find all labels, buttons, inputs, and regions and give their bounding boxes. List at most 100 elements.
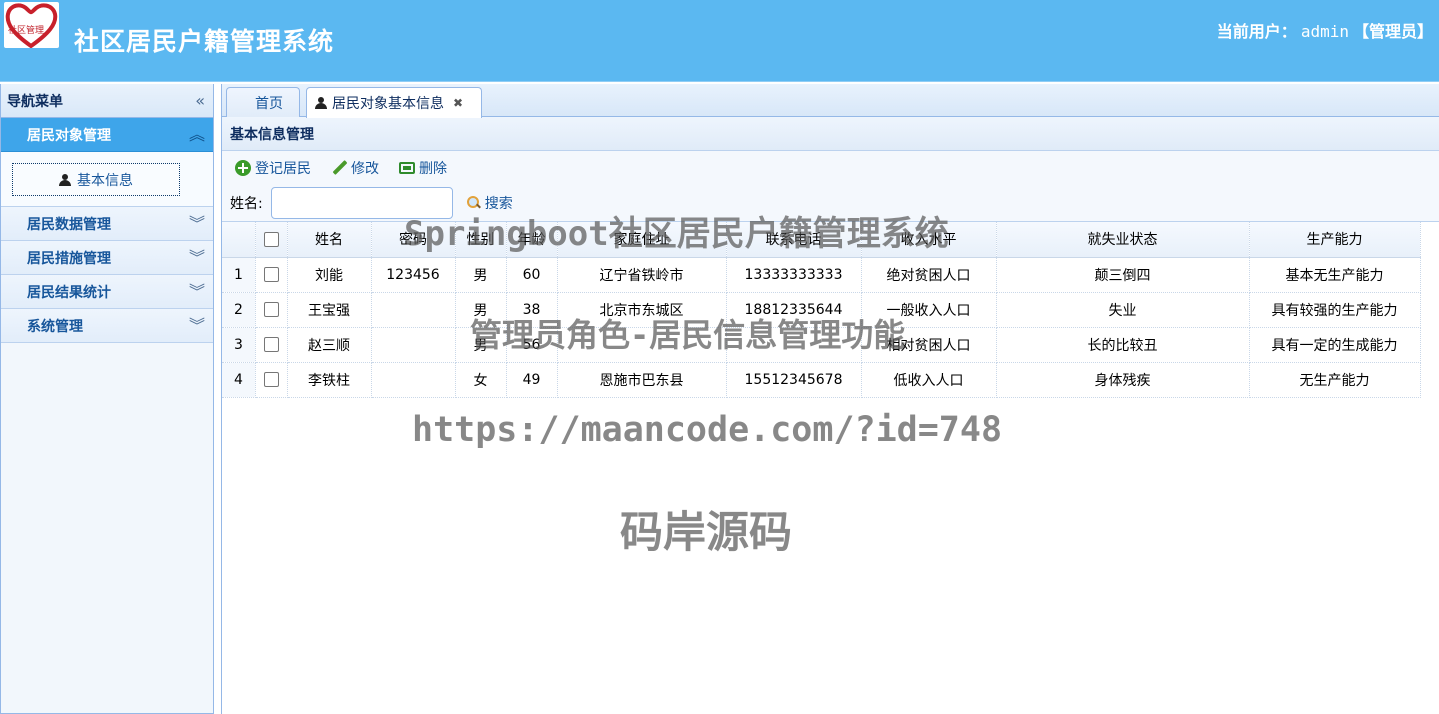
row-checkbox[interactable]	[263, 372, 279, 387]
menu-resident-data[interactable]: 居民数据管理 ︾	[1, 207, 213, 241]
cell-password	[371, 292, 456, 328]
cell-phone: 13333333333	[726, 257, 862, 293]
cell-gender: 男	[455, 327, 507, 363]
sidebar-item-basic-info[interactable]: 基本信息	[12, 163, 180, 196]
row-number: 3	[222, 327, 256, 363]
cell-phone: 18812335644	[726, 292, 862, 328]
cell-employment: 长的比较丑	[996, 327, 1250, 363]
column-header[interactable]: 密码	[371, 222, 456, 258]
toolbar: 登记居民 修改 删除	[222, 151, 1439, 185]
chevron-down-icon: ︾	[188, 213, 205, 233]
name-search-input[interactable]	[270, 187, 453, 219]
cell-income: 相对贫困人口	[861, 327, 997, 363]
close-icon[interactable]: ✖	[453, 96, 463, 110]
row-checkbox-cell[interactable]	[255, 327, 288, 363]
row-checkbox[interactable]	[263, 337, 279, 352]
cell-age: 56	[506, 327, 558, 363]
cell-gender: 女	[455, 362, 507, 398]
logo-text: 社区管理	[8, 26, 45, 36]
menu-label: 居民结果统计	[27, 284, 111, 301]
row-number: 2	[222, 292, 256, 328]
column-header[interactable]: 联系电话	[726, 222, 862, 258]
cell-capability: 无生产能力	[1249, 362, 1421, 398]
select-all-checkbox-cell[interactable]	[255, 222, 288, 258]
cell-name: 赵三顺	[287, 327, 372, 363]
column-header[interactable]: 年龄	[506, 222, 558, 258]
name-search-label: 姓名:	[230, 196, 263, 212]
cell-income: 绝对贫困人口	[861, 257, 997, 293]
menu-resident-object[interactable]: 居民对象管理 ︽	[1, 118, 213, 152]
column-header[interactable]: 家庭住址	[557, 222, 727, 258]
menu-resident-measures[interactable]: 居民措施管理 ︾	[1, 241, 213, 275]
menu-resident-object-body: 基本信息	[1, 152, 213, 207]
cell-name: 李铁柱	[287, 362, 372, 398]
delete-label: 删除	[419, 161, 447, 177]
person-icon	[315, 97, 327, 109]
search-bar: 姓名: 搜索	[222, 185, 1439, 222]
edit-button[interactable]: 修改	[331, 158, 379, 178]
app-header: 社区管理 社区居民户籍管理系统 当前用户： admin 【管理员】	[0, 0, 1439, 82]
cell-age: 38	[506, 292, 558, 328]
table-row[interactable]: 4 李铁柱 女 49 恩施市巴东县 15512345678 低收入人口 身体残疾…	[222, 362, 1421, 398]
add-resident-button[interactable]: 登记居民	[235, 158, 311, 178]
chevron-up-icon: ︽	[188, 124, 205, 144]
tab-label: 首页	[255, 95, 283, 112]
chevron-down-icon: ︾	[188, 247, 205, 267]
row-number: 4	[222, 362, 256, 398]
cell-income: 一般收入人口	[861, 292, 997, 328]
menu-label: 居民对象管理	[27, 127, 111, 144]
resident-table: 姓名 密码 性别 年龄 家庭住址 联系电话 收入水平 就失业状态 生产能力 1 …	[222, 222, 1421, 398]
main-content: 首页 居民对象基本信息 ✖ 基本信息管理 登记居民 修改 删除 姓名: 搜索 姓…	[221, 84, 1439, 714]
menu-resident-stats[interactable]: 居民结果统计 ︾	[1, 275, 213, 309]
cell-gender: 男	[455, 257, 507, 293]
delete-button[interactable]: 删除	[399, 158, 447, 178]
cell-capability: 基本无生产能力	[1249, 257, 1421, 293]
column-header[interactable]: 收入水平	[861, 222, 997, 258]
sidebar-header: 导航菜单 «	[1, 84, 213, 118]
pencil-icon	[331, 160, 347, 176]
cell-address: 恩施市巴东县	[557, 362, 727, 398]
tab-home[interactable]: 首页	[226, 87, 300, 117]
cell-age: 60	[506, 257, 558, 293]
table-row[interactable]: 3 赵三顺 男 56 相对贫困人口 长的比较丑 具有一定的生成能力	[222, 327, 1421, 363]
cell-capability: 具有一定的生成能力	[1249, 327, 1421, 363]
cell-password: 123456	[371, 257, 456, 293]
cell-income: 低收入人口	[861, 362, 997, 398]
app-logo: 社区管理	[4, 2, 59, 48]
menu-label: 居民数据管理	[27, 216, 111, 233]
user-role: 【管理员】	[1352, 22, 1433, 41]
cell-gender: 男	[455, 292, 507, 328]
tab-label: 居民对象基本信息	[332, 96, 444, 112]
chevron-down-icon: ︾	[188, 281, 205, 301]
sidebar-title: 导航菜单	[7, 93, 63, 110]
row-checkbox-cell[interactable]	[255, 292, 288, 328]
row-number: 1	[222, 257, 256, 293]
column-header[interactable]: 性别	[455, 222, 507, 258]
user-prefix-label: 当前用户：	[1216, 22, 1297, 41]
row-checkbox[interactable]	[263, 302, 279, 317]
chevron-down-icon: ︾	[188, 315, 205, 335]
menu-system[interactable]: 系统管理 ︾	[1, 309, 213, 343]
cell-capability: 具有较强的生产能力	[1249, 292, 1421, 328]
row-checkbox-cell[interactable]	[255, 362, 288, 398]
table-row[interactable]: 1 刘能 123456 男 60 辽宁省铁岭市 13333333333 绝对贫困…	[222, 257, 1421, 293]
column-header[interactable]: 生产能力	[1249, 222, 1421, 258]
row-checkbox[interactable]	[263, 267, 279, 282]
person-icon	[59, 173, 71, 186]
app-title: 社区居民户籍管理系统	[74, 27, 335, 56]
row-checkbox-cell[interactable]	[255, 257, 288, 293]
tab-resident-basic-info[interactable]: 居民对象基本信息 ✖	[306, 87, 482, 118]
cell-address: 北京市东城区	[557, 292, 727, 328]
column-header[interactable]: 就失业状态	[996, 222, 1250, 258]
select-all-checkbox[interactable]	[263, 231, 279, 247]
table-row[interactable]: 2 王宝强 男 38 北京市东城区 18812335644 一般收入人口 失业 …	[222, 292, 1421, 328]
username: admin	[1300, 22, 1349, 41]
search-button[interactable]: 搜索	[466, 193, 513, 213]
cell-employment: 失业	[996, 292, 1250, 328]
delete-icon	[399, 162, 415, 174]
column-header[interactable]: 姓名	[287, 222, 372, 258]
collapse-sidebar-icon[interactable]: «	[195, 92, 205, 109]
search-button-label: 搜索	[484, 196, 513, 212]
cell-password	[371, 362, 456, 398]
cell-employment: 颠三倒四	[996, 257, 1250, 293]
